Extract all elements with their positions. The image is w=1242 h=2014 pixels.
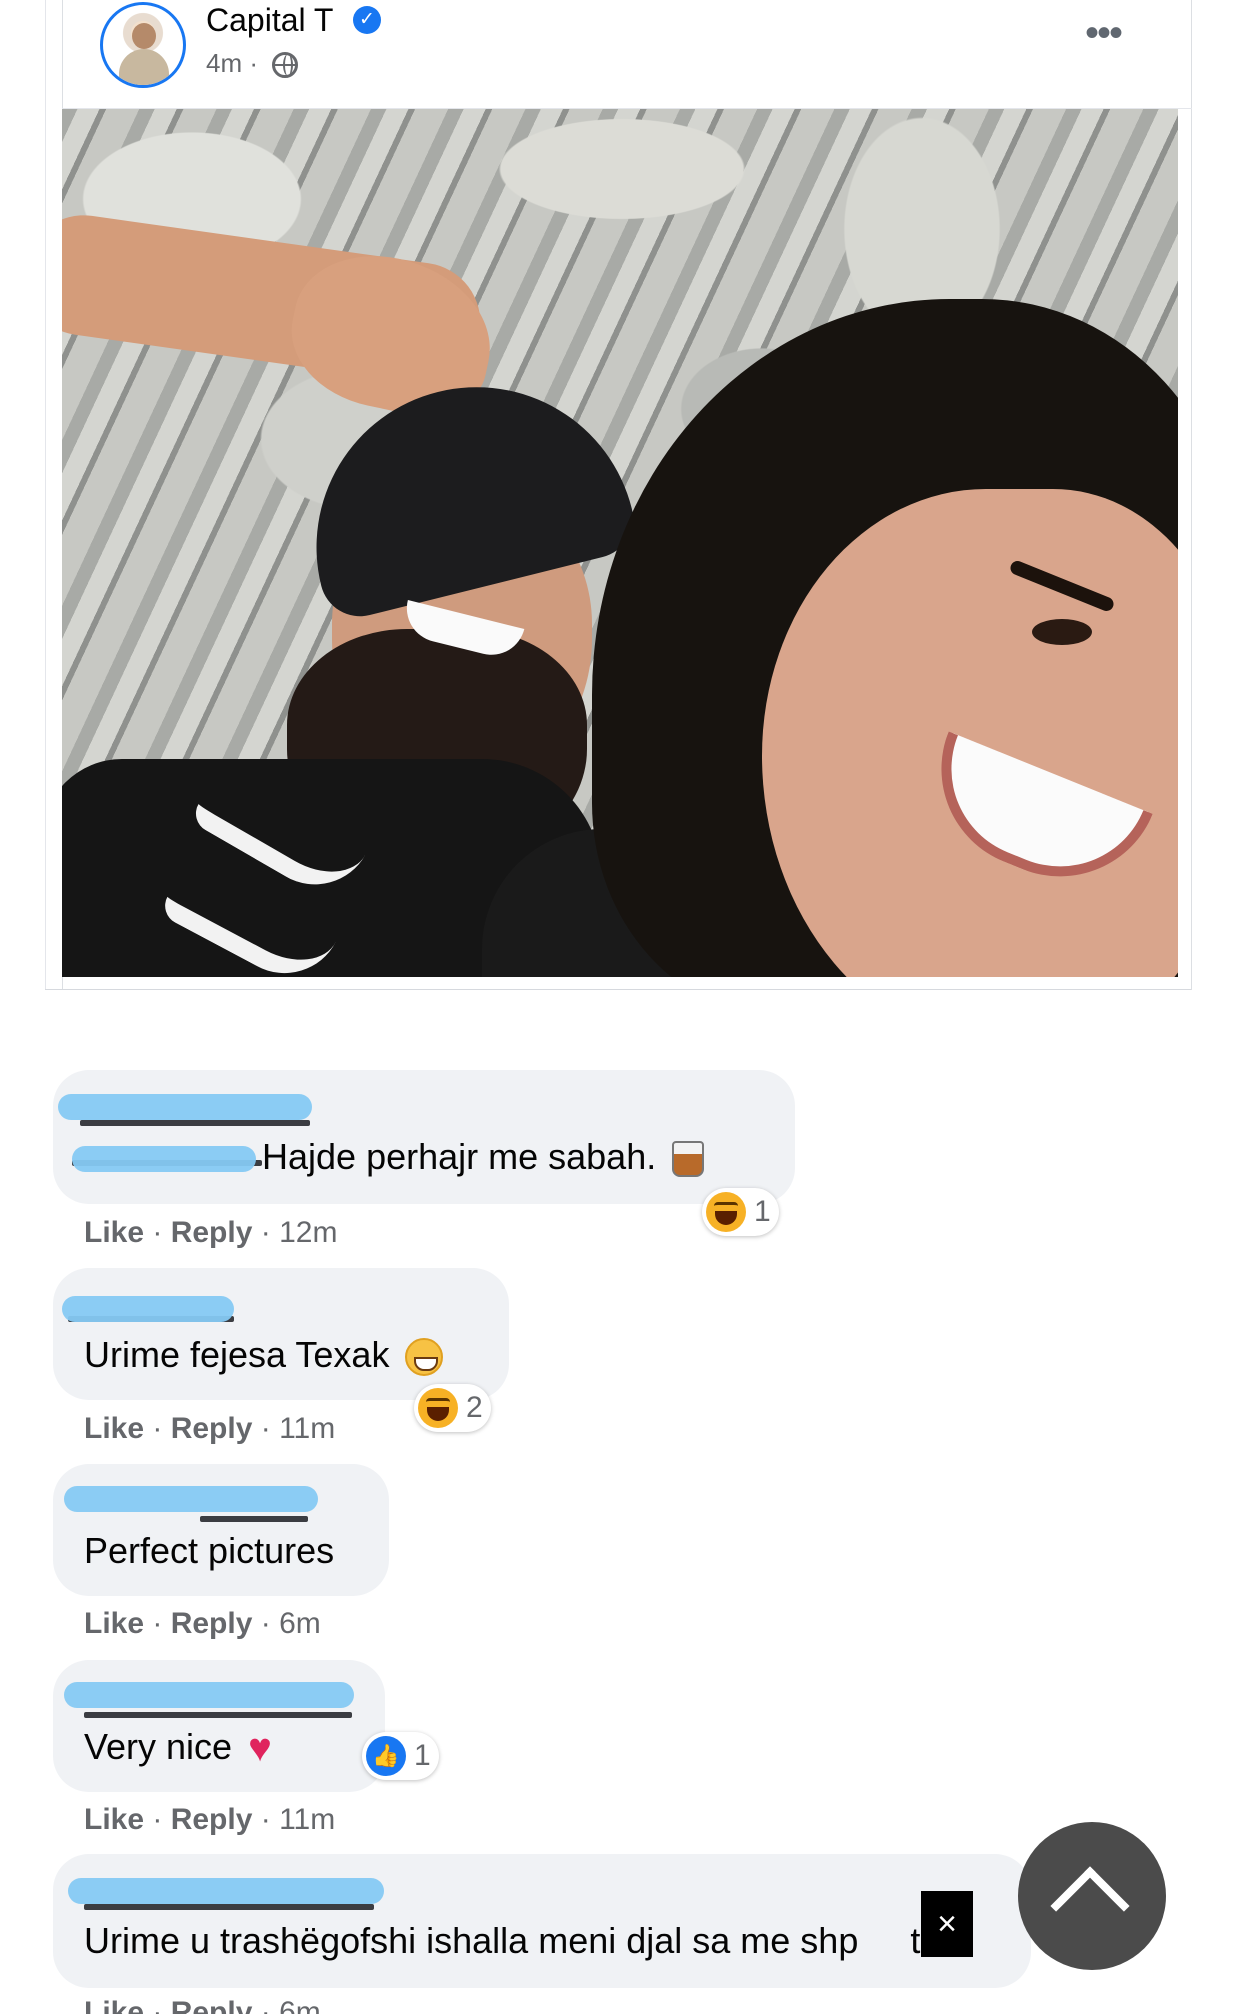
feed-edge [45, 0, 46, 990]
close-button[interactable]: × [921, 1891, 973, 1957]
reaction-count: 1 [754, 1195, 771, 1228]
separator: · [252, 1803, 280, 1836]
page-avatar[interactable] [100, 2, 186, 88]
reaction-count: 2 [466, 1391, 483, 1424]
comment-text: Urime fejesa Texak [84, 1334, 444, 1377]
separator: · [252, 1216, 280, 1249]
commenter-name[interactable] [80, 1120, 310, 1126]
separator: · [144, 1803, 171, 1836]
more-options-button[interactable]: ••• [1078, 13, 1128, 62]
separator: · [252, 1996, 280, 2014]
haha-reaction-icon [418, 1388, 458, 1428]
reply-link[interactable]: Reply [171, 1412, 253, 1445]
scroll-to-top-button[interactable] [1018, 1822, 1166, 1970]
separator: · [144, 1607, 171, 1640]
redaction-mark [58, 1094, 312, 1120]
comment-time[interactable]: 6m [279, 1996, 321, 2014]
like-link[interactable]: Like [84, 1996, 144, 2014]
reaction-count: 1 [414, 1739, 431, 1772]
redaction-mark [72, 1146, 256, 1172]
post-card-bottom-border [45, 989, 1191, 990]
like-link[interactable]: Like [84, 1412, 144, 1445]
separator: · [144, 1216, 171, 1249]
verified-badge-icon: ✓ [353, 6, 381, 34]
reply-link[interactable]: Reply [171, 1803, 253, 1836]
comment-body: Very nice [84, 1726, 233, 1767]
globe-icon [272, 52, 298, 78]
comment-text: Hajde perhajr me sabah. [262, 1136, 705, 1178]
comment-body: Hajde perhajr me sabah. [262, 1136, 657, 1177]
haha-reaction-icon [706, 1192, 746, 1232]
comment-text: Very nice [84, 1726, 282, 1771]
redaction-mark[interactable] [64, 1486, 318, 1512]
commenter-name [84, 1904, 374, 1910]
separator: · [252, 1607, 280, 1640]
reaction-count-haha[interactable]: 2 [414, 1384, 491, 1432]
comment-actions: Like · Reply · 11m [84, 1412, 335, 1446]
separator: · [144, 1412, 171, 1445]
heart-icon [248, 1726, 282, 1771]
photo-woman-eye [1032, 619, 1092, 645]
comment-time[interactable]: 6m [279, 1607, 321, 1640]
thumbs-up-reaction-icon: 👍 [366, 1736, 406, 1776]
tumbler-glass-icon [672, 1141, 705, 1178]
like-link[interactable]: Like [84, 1216, 144, 1249]
chevron-up-icon [1050, 1866, 1130, 1946]
redaction-mark[interactable] [64, 1682, 354, 1708]
separator: · [252, 1412, 280, 1445]
commenter-name [200, 1516, 308, 1522]
comment-time[interactable]: 12m [279, 1216, 337, 1249]
redaction-mark[interactable] [62, 1296, 234, 1322]
comment-body: Urime u trashëgofshi ishalla meni djal s… [84, 1920, 859, 1961]
comment-actions: Like · Reply · 12m [84, 1216, 337, 1250]
comment-time[interactable]: 11m [279, 1412, 335, 1445]
avatar-body [119, 49, 169, 85]
like-link[interactable]: Like [84, 1607, 144, 1640]
redaction-mark[interactable] [68, 1878, 384, 1904]
comment-text: Perfect pictures [84, 1530, 334, 1572]
avatar-head [132, 23, 156, 49]
reply-link[interactable]: Reply [171, 1216, 253, 1249]
comment-text: Urime u trashëgofshi ishalla meni djal s… [84, 1920, 920, 1962]
comment-actions-partial: Like · Reply · 6m [84, 1996, 321, 2014]
post-timestamp[interactable]: 4m · [206, 48, 258, 79]
comment-body: Perfect pictures [84, 1530, 335, 1571]
comment-body-tail: t [910, 1920, 921, 1961]
grinning-face-icon [405, 1338, 444, 1377]
post-author-name[interactable]: Capital T [206, 2, 333, 39]
commenter-name [84, 1712, 352, 1718]
reaction-count-like[interactable]: 👍 1 [362, 1732, 439, 1780]
comment-time[interactable]: 11m [279, 1803, 335, 1836]
comment-body: Urime fejesa Texak [84, 1334, 390, 1375]
like-link[interactable]: Like [84, 1803, 144, 1836]
post-photo[interactable] [62, 109, 1178, 977]
reply-link[interactable]: Reply [171, 1996, 253, 2014]
separator: · [144, 1996, 171, 2014]
comment-actions: Like · Reply · 11m [84, 1803, 335, 1837]
reaction-count-haha[interactable]: 1 [702, 1188, 779, 1236]
comment-actions: Like · Reply · 6m [84, 1607, 321, 1641]
reply-link[interactable]: Reply [171, 1607, 253, 1640]
